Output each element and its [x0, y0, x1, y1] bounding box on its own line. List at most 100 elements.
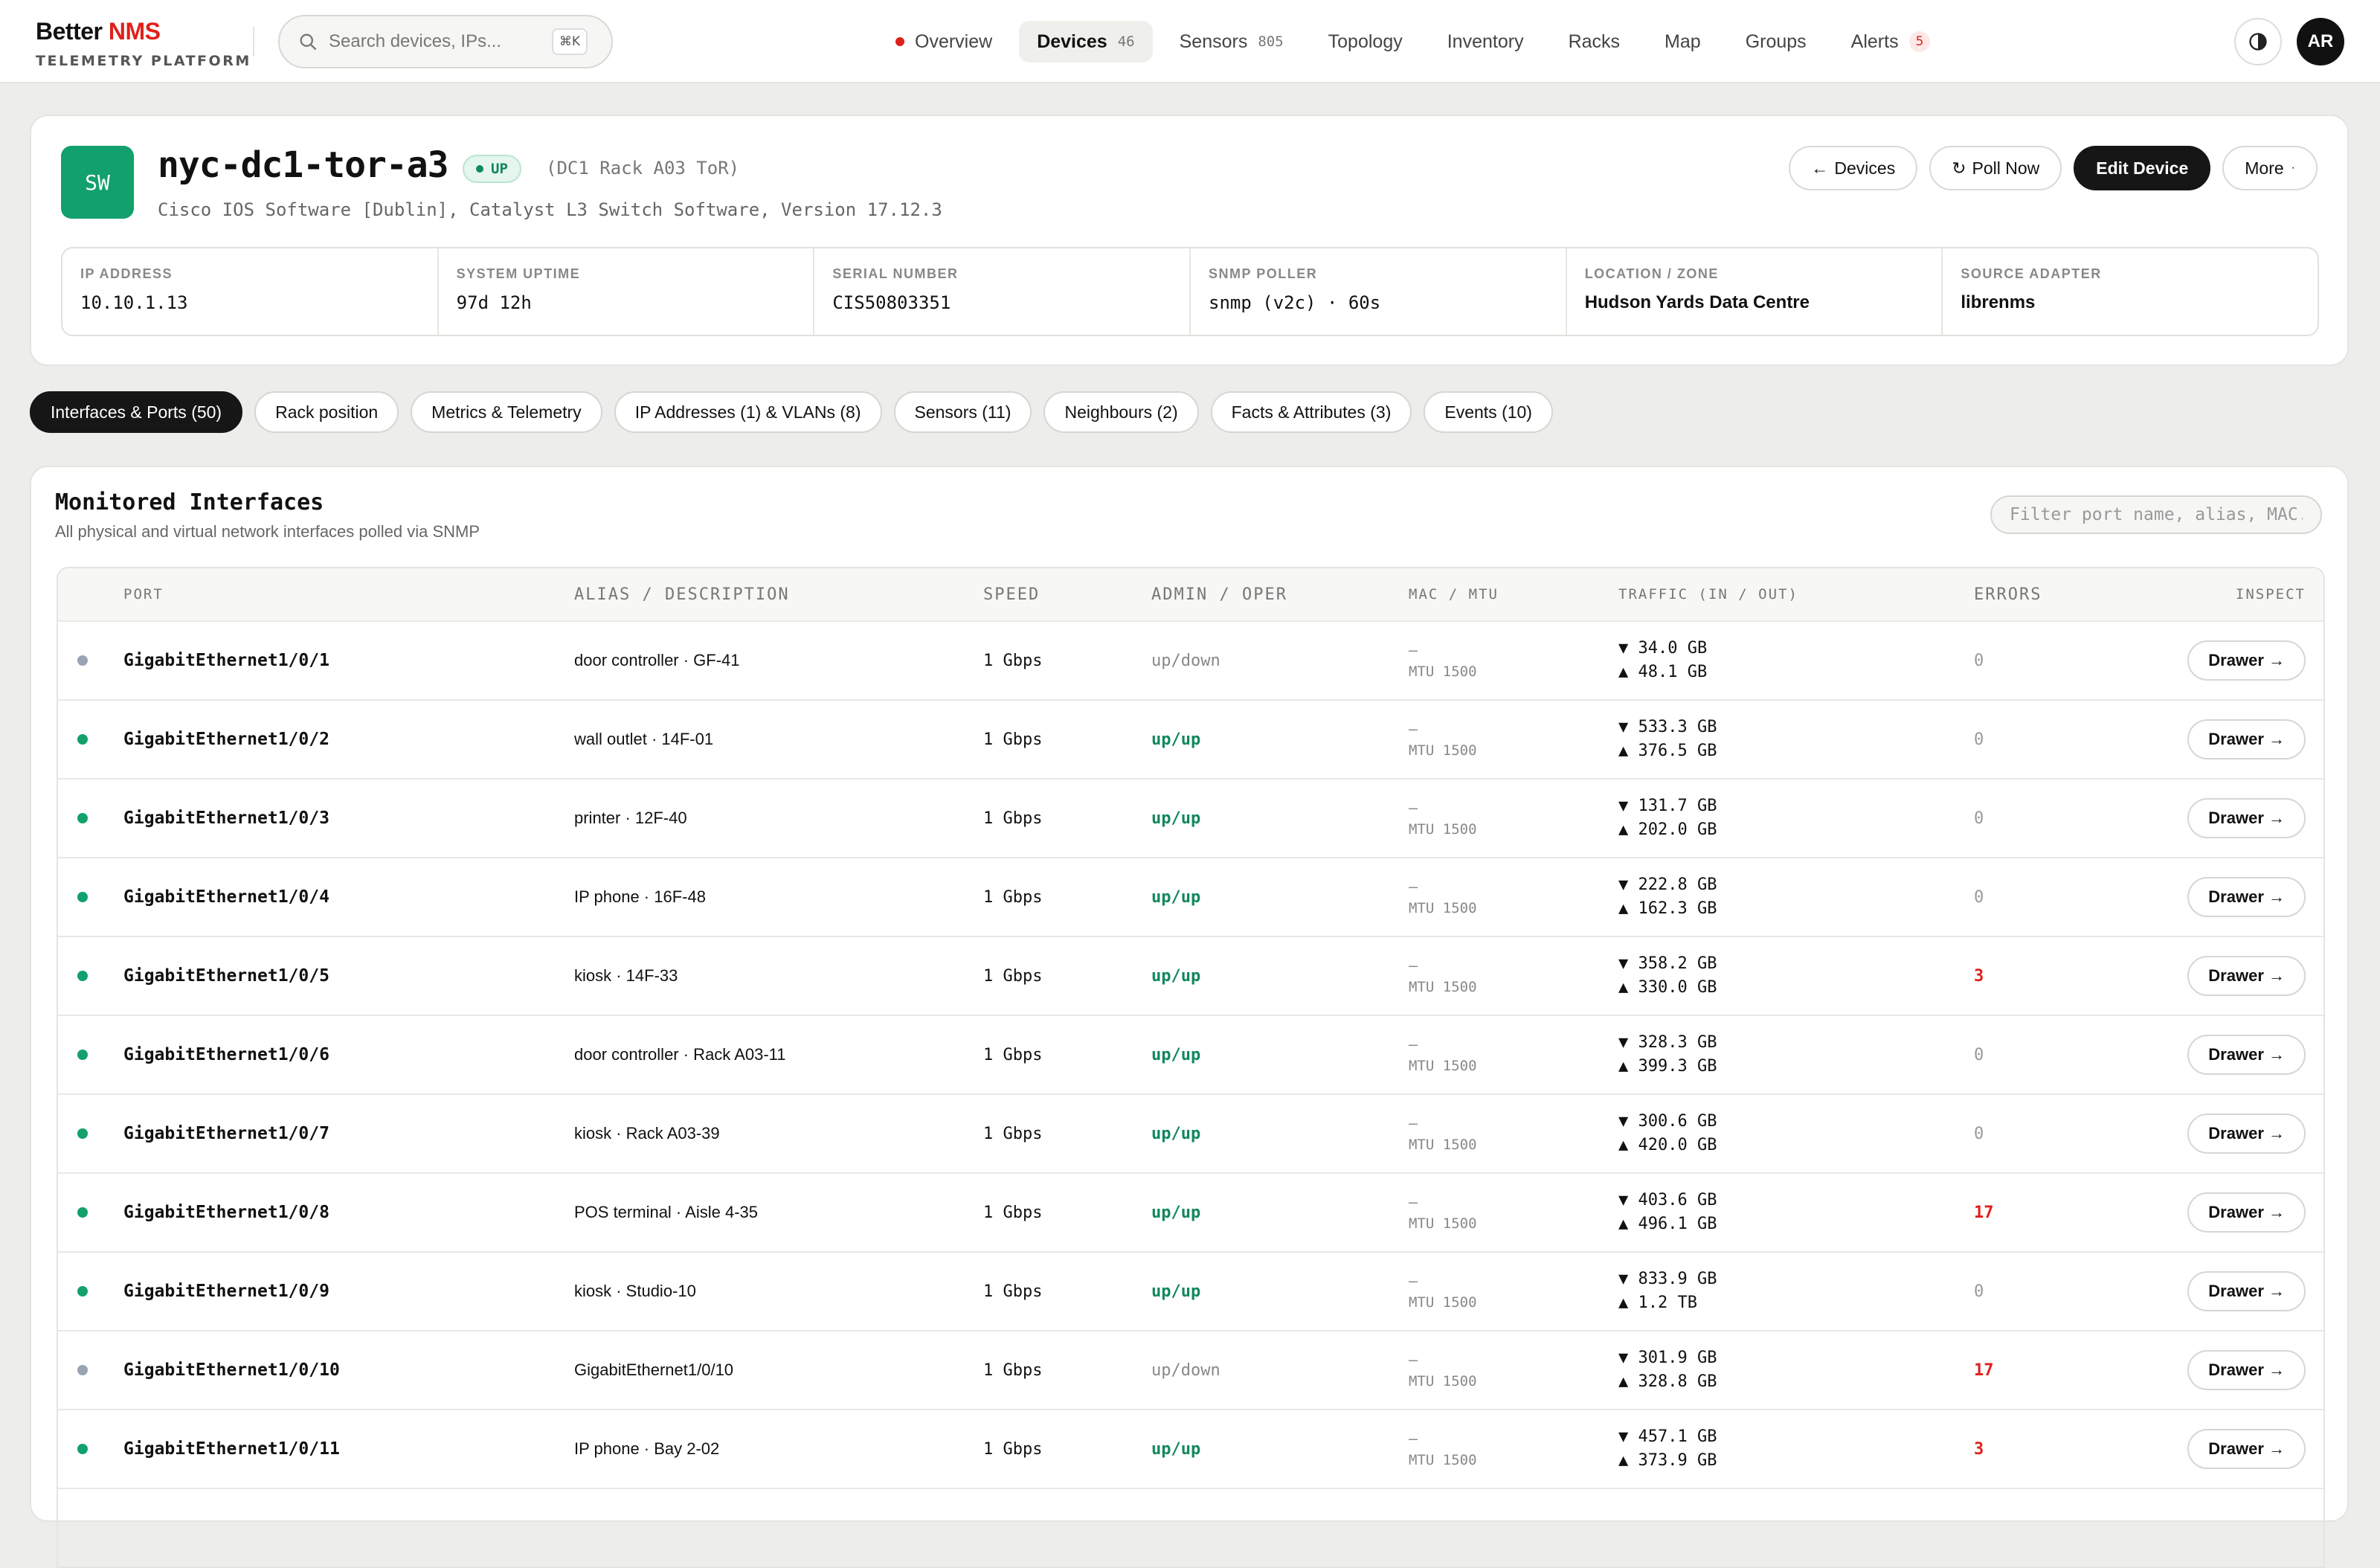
open-drawer-button[interactable]: Drawer → [2187, 719, 2306, 759]
traffic: ▼ 533.3 GB ▲ 376.5 GB [1618, 701, 1717, 778]
col-header-speed[interactable]: SPEED [983, 568, 1040, 620]
global-search[interactable]: ⌘K [278, 15, 613, 68]
theme-toggle-button[interactable] [2234, 18, 2282, 65]
table-row[interactable]: GigabitEthernet1/0/8 POS terminal · Aisle… [58, 1172, 2323, 1251]
device-alias: (DC1 Rack A03 ToR) [546, 158, 740, 179]
poll-now-button[interactable]: ↻ Poll Now [1929, 146, 2062, 190]
back-to-devices-button[interactable]: ← Devices [1789, 146, 1918, 190]
port-alias: GigabitEthernet1/0/10 [574, 1360, 734, 1379]
mtu-value: MTU 1500 [1409, 1137, 1477, 1153]
table-row[interactable]: GigabitEthernet1/0/6 door controller · Ra… [58, 1015, 2323, 1093]
port-name: GigabitEthernet1/0/1 [123, 651, 329, 670]
table-row[interactable]: GigabitEthernet1/0/7 kiosk · Rack A03-39 1… [58, 1093, 2323, 1172]
port-speed: 1 Gbps [983, 887, 1043, 907]
fact-value: snmp (v2c) · 60s [1209, 292, 1381, 313]
open-drawer-button[interactable]: Drawer → [2187, 877, 2306, 917]
table-row[interactable]: GigabitEthernet1/0/3 printer · 12F-40 1 Gb… [58, 778, 2323, 857]
col-header-port[interactable]: PORT [123, 568, 164, 620]
nav-item-alerts[interactable]: Alerts 5 [1833, 21, 1949, 62]
table-row[interactable]: GigabitEthernet1/0/1 door controller · GF… [58, 620, 2323, 699]
port-name: GigabitEthernet1/0/3 [123, 809, 329, 828]
tab-ip-addresses-vlans[interactable]: IP Addresses (1) & VLANs (8) [614, 391, 882, 433]
interfaces-title: Monitored Interfaces [55, 489, 324, 515]
inspect-cell: Drawer → [2187, 858, 2306, 936]
nav-item-map[interactable]: Map [1647, 21, 1719, 62]
port-alias: door controller · GF-41 [574, 651, 740, 669]
fact-location-zone: LOCATION / ZONE Hudson Yards Data Centre [1567, 248, 1943, 335]
col-header-mac-mtu[interactable]: MAC / MTU [1409, 568, 1499, 620]
nav-item-sensors[interactable]: Sensors 805 [1162, 21, 1302, 62]
error-count: 0 [1974, 809, 1984, 828]
oper-status-icon [77, 1365, 88, 1375]
status-cell [77, 780, 88, 857]
mac-mtu: — MTU 1500 [1409, 1410, 1477, 1488]
admin-oper-state: up/down [1151, 651, 1220, 670]
search-input[interactable] [329, 31, 552, 52]
open-drawer-button[interactable]: Drawer → [2187, 1114, 2306, 1154]
table-row[interactable]: GigabitEthernet1/0/11 IP phone · Bay 2-02… [58, 1409, 2323, 1488]
traffic-in: ▼ 833.9 GB [1618, 1270, 1717, 1288]
nav-label: Sensors [1179, 30, 1248, 52]
traffic-in: ▼ 222.8 GB [1618, 875, 1717, 894]
table-row[interactable] [58, 1488, 2323, 1567]
nav-item-groups[interactable]: Groups [1728, 21, 1824, 62]
fact-serial-number: SERIAL NUMBER CIS50803351 [814, 248, 1191, 335]
open-drawer-button[interactable]: Drawer → [2187, 640, 2306, 681]
admin-oper-state: up/up [1151, 1124, 1201, 1143]
tab-interfaces-ports[interactable]: Interfaces & Ports (50) [30, 391, 243, 433]
edit-device-button[interactable]: Edit Device [2074, 146, 2211, 190]
nav-item-devices[interactable]: Devices 46 [1019, 21, 1153, 62]
nav-item-overview[interactable]: Overview [878, 21, 1010, 62]
open-drawer-button[interactable]: Drawer → [2187, 1271, 2306, 1311]
tab-facts-attributes[interactable]: Facts & Attributes (3) [1210, 391, 1412, 433]
tab-sensors[interactable]: Sensors (11) [893, 391, 1032, 433]
port-speed: 1 Gbps [983, 809, 1043, 828]
open-drawer-button[interactable]: Drawer → [2187, 1035, 2306, 1075]
interface-filter-input[interactable] [1990, 495, 2322, 534]
traffic-in: ▼ 301.9 GB [1618, 1349, 1717, 1367]
mac-mtu: — MTU 1500 [1409, 937, 1477, 1015]
table-row[interactable]: GigabitEthernet1/0/4 IP phone · 16F-48 1 G… [58, 857, 2323, 936]
device-name: nyc-dc1-tor-a3 [158, 144, 449, 186]
error-count: 17 [1974, 1360, 1994, 1380]
nav-item-topology[interactable]: Topology [1310, 21, 1421, 62]
table-row[interactable]: GigabitEthernet1/0/5 kiosk · 14F-33 1 Gbps… [58, 936, 2323, 1015]
arrow-left-icon: ← [1811, 158, 1829, 178]
port-alias: IP phone · Bay 2-02 [574, 1439, 720, 1458]
oper-status-icon [77, 892, 88, 902]
tab-rack-position[interactable]: Rack position [254, 391, 399, 433]
brand-logo[interactable]: Better NMS TELEMETRY PLATFORM [36, 18, 251, 69]
col-header-admin-oper[interactable]: ADMIN / OPER [1151, 568, 1287, 620]
nav-count: 805 [1258, 33, 1284, 50]
more-button[interactable]: More · [2222, 146, 2318, 190]
user-avatar[interactable]: AR [2297, 18, 2344, 65]
mac-address: — [1409, 957, 1418, 974]
open-drawer-button[interactable]: Drawer → [2187, 1192, 2306, 1233]
nav-item-inventory[interactable]: Inventory [1429, 21, 1542, 62]
open-drawer-button[interactable]: Drawer → [2187, 798, 2306, 838]
table-row[interactable]: GigabitEthernet1/0/2 wall outlet · 14F-01… [58, 699, 2323, 778]
open-drawer-button[interactable]: Drawer → [2187, 1429, 2306, 1469]
col-header-traffic[interactable]: TRAFFIC (IN / OUT) [1618, 568, 1798, 620]
open-drawer-button[interactable]: Drawer → [2187, 956, 2306, 996]
table-row[interactable]: GigabitEthernet1/0/9 kiosk · Studio-10 1 G… [58, 1251, 2323, 1330]
nav-label: Devices [1037, 30, 1107, 52]
nav-item-racks[interactable]: Racks [1551, 21, 1638, 62]
open-drawer-button[interactable]: Drawer → [2187, 1350, 2306, 1390]
traffic-out: ▲ 420.0 GB [1618, 1136, 1717, 1154]
device-summary-card: SW nyc-dc1-tor-a3 UP (DC1 Rack A03 ToR) … [30, 115, 2349, 366]
error-count: 0 [1974, 730, 1984, 749]
tab-events[interactable]: Events (10) [1424, 391, 1553, 433]
col-header-alias[interactable]: ALIAS / DESCRIPTION [574, 568, 790, 620]
inspect-cell: Drawer → [2187, 937, 2306, 1015]
tab-neighbours[interactable]: Neighbours (2) [1043, 391, 1199, 433]
mac-address: — [1409, 720, 1418, 738]
tab-metrics-telemetry[interactable]: Metrics & Telemetry [411, 391, 602, 433]
mtu-value: MTU 1500 [1409, 663, 1477, 680]
nav-label: Inventory [1447, 30, 1524, 52]
oper-status-icon [77, 1128, 88, 1139]
col-header-errors[interactable]: ERRORS [1974, 568, 2042, 620]
table-row[interactable]: GigabitEthernet1/0/10 GigabitEthernet1/0/… [58, 1330, 2323, 1409]
mtu-value: MTU 1500 [1409, 979, 1477, 995]
oper-status-icon [77, 1286, 88, 1297]
